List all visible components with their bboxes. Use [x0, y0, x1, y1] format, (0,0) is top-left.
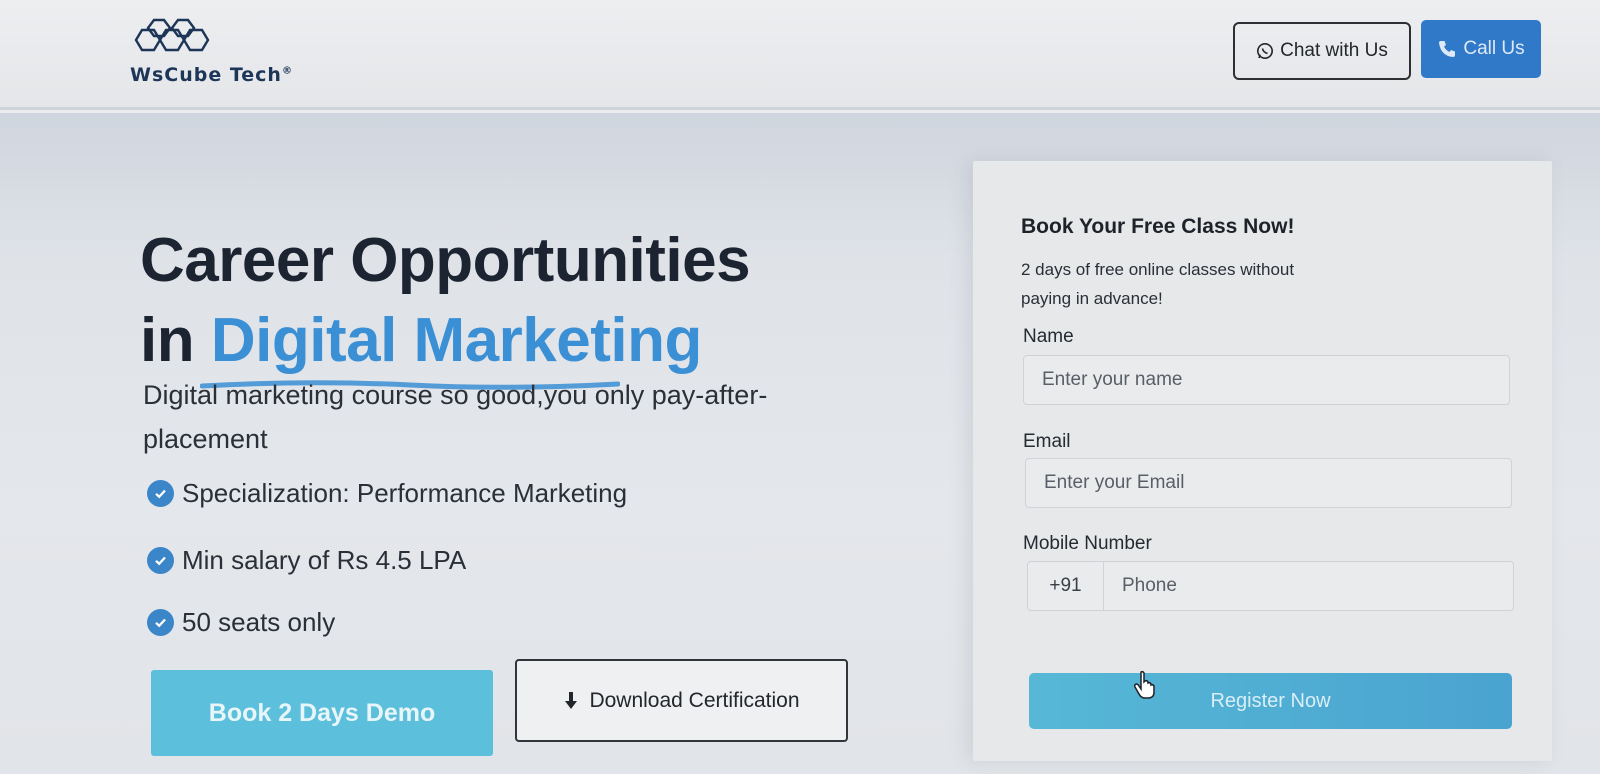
book-demo-button[interactable]: Book 2 Days Demo: [151, 670, 493, 756]
phone-placeholder: Phone: [1122, 575, 1177, 596]
logo[interactable]: WsCube Tech®: [126, 18, 346, 88]
email-placeholder: Enter your Email: [1044, 472, 1185, 493]
hero-title-line-2: in Digital Marketing: [140, 305, 702, 376]
email-input[interactable]: Enter your Email: [1025, 458, 1512, 508]
free-class-form: Book Your Free Class Now! 2 days of free…: [973, 161, 1552, 761]
hand-pointer-cursor-icon: [1133, 670, 1155, 699]
call-us-button[interactable]: Call Us: [1421, 20, 1541, 78]
hero-title-highlight: Digital Marketing: [210, 306, 703, 375]
site-header: WsCube Tech® Chat with Us Call Us: [0, 0, 1600, 110]
page: WsCube Tech® Chat with Us Call Us Career…: [0, 0, 1600, 774]
country-code-prefix: +91: [1028, 562, 1104, 610]
download-certification-button[interactable]: Download Certification: [515, 659, 848, 742]
download-certification-label: Download Certification: [589, 688, 800, 712]
feature-label: Min salary of Rs 4.5 LPA: [182, 545, 467, 575]
check-circle-icon: [147, 547, 174, 574]
name-placeholder: Enter your name: [1042, 369, 1183, 390]
logo-hexagons-icon: [134, 18, 210, 52]
hero-title-line-1: Career Opportunities: [140, 226, 751, 295]
hero-subtitle: Digital marketing course so good,you onl…: [143, 380, 768, 454]
whatsapp-icon: [1256, 42, 1274, 60]
hero-section: Career Opportunities in Digital Marketin…: [0, 113, 1600, 774]
feature-item: 50 seats only: [147, 607, 335, 638]
name-input[interactable]: Enter your name: [1023, 355, 1510, 405]
call-us-label: Call Us: [1463, 38, 1525, 59]
check-circle-icon: [147, 609, 174, 636]
email-label: Email: [1023, 431, 1071, 452]
feature-item: Min salary of Rs 4.5 LPA: [147, 545, 466, 576]
feature-label: 50 seats only: [182, 607, 336, 637]
register-now-button[interactable]: Register Now: [1029, 673, 1512, 729]
form-title: Book Your Free Class Now!: [1021, 215, 1295, 238]
chat-with-us-label: Chat with Us: [1280, 40, 1388, 61]
phone-icon: [1437, 39, 1457, 59]
phone-input[interactable]: +91 Phone: [1027, 561, 1514, 611]
feature-label: Specialization: Performance Marketing: [182, 478, 628, 508]
mobile-number-label: Mobile Number: [1023, 533, 1152, 554]
logo-text: WsCube Tech®: [130, 64, 293, 86]
download-arrow-icon: [563, 691, 579, 711]
form-description: 2 days of free online classes without pa…: [1021, 260, 1295, 308]
name-label: Name: [1023, 326, 1074, 347]
hero-title-prefix: in: [140, 306, 195, 375]
check-circle-icon: [147, 480, 174, 507]
feature-item: Specialization: Performance Marketing: [147, 478, 627, 509]
chat-with-us-button[interactable]: Chat with Us: [1233, 22, 1411, 80]
